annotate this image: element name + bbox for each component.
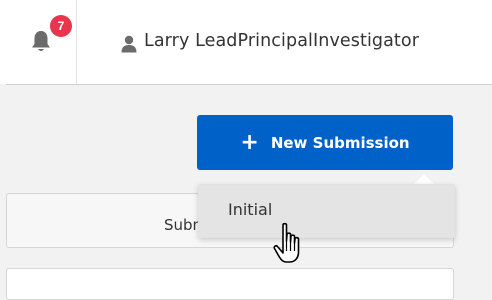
notification-count-badge: 7 <box>50 15 72 37</box>
left-gutter <box>0 84 6 283</box>
hand-pointer-cursor-icon <box>273 222 300 263</box>
new-submission-dropdown: Initial <box>198 184 455 238</box>
top-bar: 7 Larry LeadPrincipalInvestigator <box>0 0 492 85</box>
dropdown-item-initial[interactable]: Initial <box>199 185 454 237</box>
bell-icon[interactable] <box>30 29 52 53</box>
notifications-button[interactable]: 7 <box>0 0 77 84</box>
dropdown-caret <box>414 174 434 184</box>
submission-panel <box>6 268 454 300</box>
new-submission-button[interactable]: + New Submission <box>197 115 453 170</box>
user-icon <box>121 35 137 53</box>
plus-icon: + <box>240 129 259 155</box>
user-name[interactable]: Larry LeadPrincipalInvestigator <box>144 31 419 51</box>
new-submission-label: New Submission <box>270 133 410 152</box>
